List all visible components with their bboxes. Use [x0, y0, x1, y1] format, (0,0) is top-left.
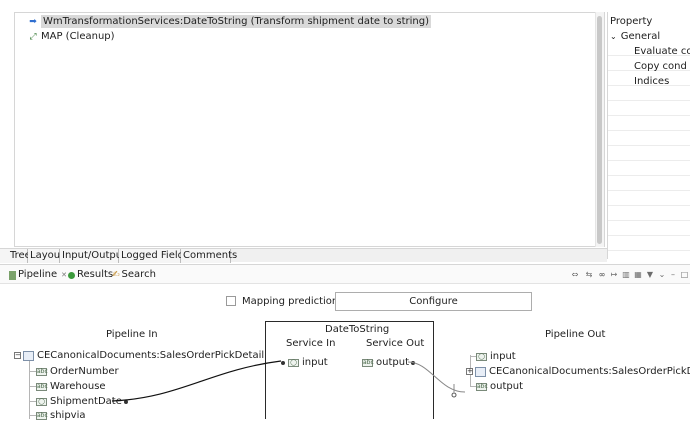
pipeline-out-heading: Pipeline Out	[545, 329, 606, 340]
document-icon	[475, 366, 486, 377]
field-label: input	[490, 351, 516, 362]
expand-toggle-icon[interactable]: +	[466, 368, 473, 375]
pipeline-links	[111, 360, 466, 402]
pipeline-out-document-label: CECanonicalDocuments:SalesOrderPickDetai…	[489, 366, 690, 377]
pipeline-out-field-output[interactable]: abc output	[476, 380, 523, 393]
pipeline-out-field-input[interactable]: ◯ input	[476, 350, 516, 363]
link-port-icon[interactable]	[451, 392, 457, 398]
string-field-icon: abc	[476, 382, 488, 391]
object-field-icon: ◯	[476, 352, 487, 361]
link-output-output[interactable]	[407, 361, 466, 393]
field-label: output	[490, 381, 523, 392]
link-shipmentdate-input[interactable]	[111, 360, 282, 402]
pipeline-out-document[interactable]: + CECanonicalDocuments:SalesOrderPickDet…	[466, 365, 690, 378]
